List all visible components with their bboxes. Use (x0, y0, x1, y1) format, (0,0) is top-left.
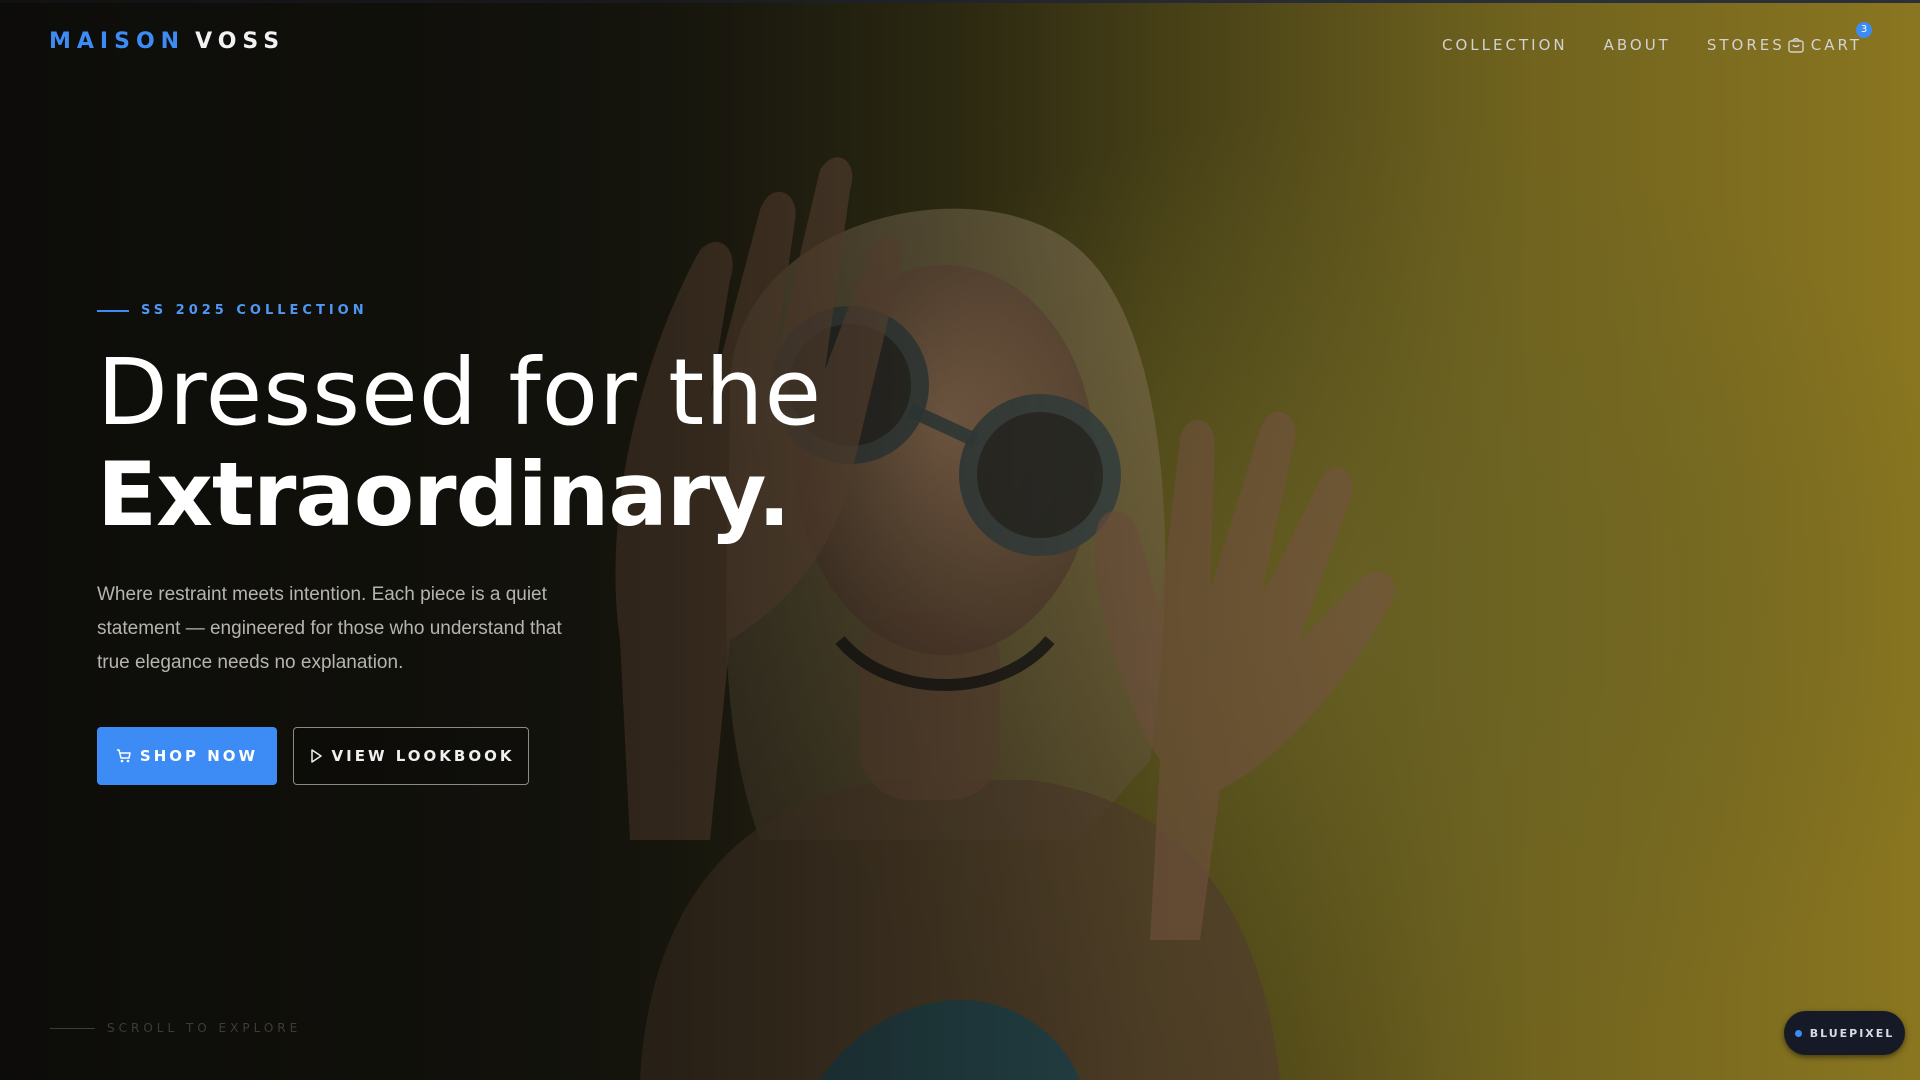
cart-icon (1788, 38, 1804, 53)
view-lookbook-button[interactable]: VIEW LOOKBOOK (293, 727, 529, 785)
headline-bold: Extraordinary. (97, 443, 791, 546)
cart-label: CART (1810, 36, 1862, 54)
headline-light: Dressed for the (97, 339, 823, 446)
main-nav: COLLECTION ABOUT STORES CART 3 (1406, 22, 1872, 54)
nav-link-stores[interactable]: STORES (1707, 36, 1785, 54)
collection-eyebrow: SS 2025 COLLECTION (97, 303, 368, 318)
shop-now-button[interactable]: SHOP NOW (97, 727, 277, 785)
dot-icon (1794, 1029, 1802, 1037)
eyebrow-divider (97, 309, 129, 312)
hero-section: MAISON VOSS COLLECTION ABOUT STORES CART … (0, 0, 1920, 1080)
cart-icon (116, 749, 131, 763)
play-icon (310, 749, 322, 763)
shop-now-label: SHOP NOW (139, 747, 259, 765)
hero-description: Where restraint meets intention. Each pi… (97, 584, 562, 673)
scroll-hint: SCROLL TO EXPLORE (50, 1021, 301, 1035)
cart-count-badge: 3 (1856, 22, 1872, 38)
cart-button[interactable]: CART 3 (1787, 22, 1872, 54)
scroll-hint-text: SCROLL TO EXPLORE (107, 1021, 302, 1035)
bluepixel-badge[interactable]: BLUEPIXEL (1784, 1011, 1905, 1055)
brand-logo-part1: MAISON (49, 29, 186, 54)
bluepixel-label: BLUEPIXEL (1809, 1026, 1895, 1040)
view-lookbook-label: VIEW LOOKBOOK (331, 747, 515, 765)
scroll-hint-line (50, 1027, 95, 1029)
brand-logo[interactable]: MAISON VOSS (49, 29, 285, 54)
nav-link-about[interactable]: ABOUT (1604, 36, 1671, 54)
brand-logo-part2: VOSS (195, 29, 286, 54)
eyebrow-text: SS 2025 COLLECTION (141, 303, 368, 318)
nav-link-collection[interactable]: COLLECTION (1442, 36, 1568, 54)
